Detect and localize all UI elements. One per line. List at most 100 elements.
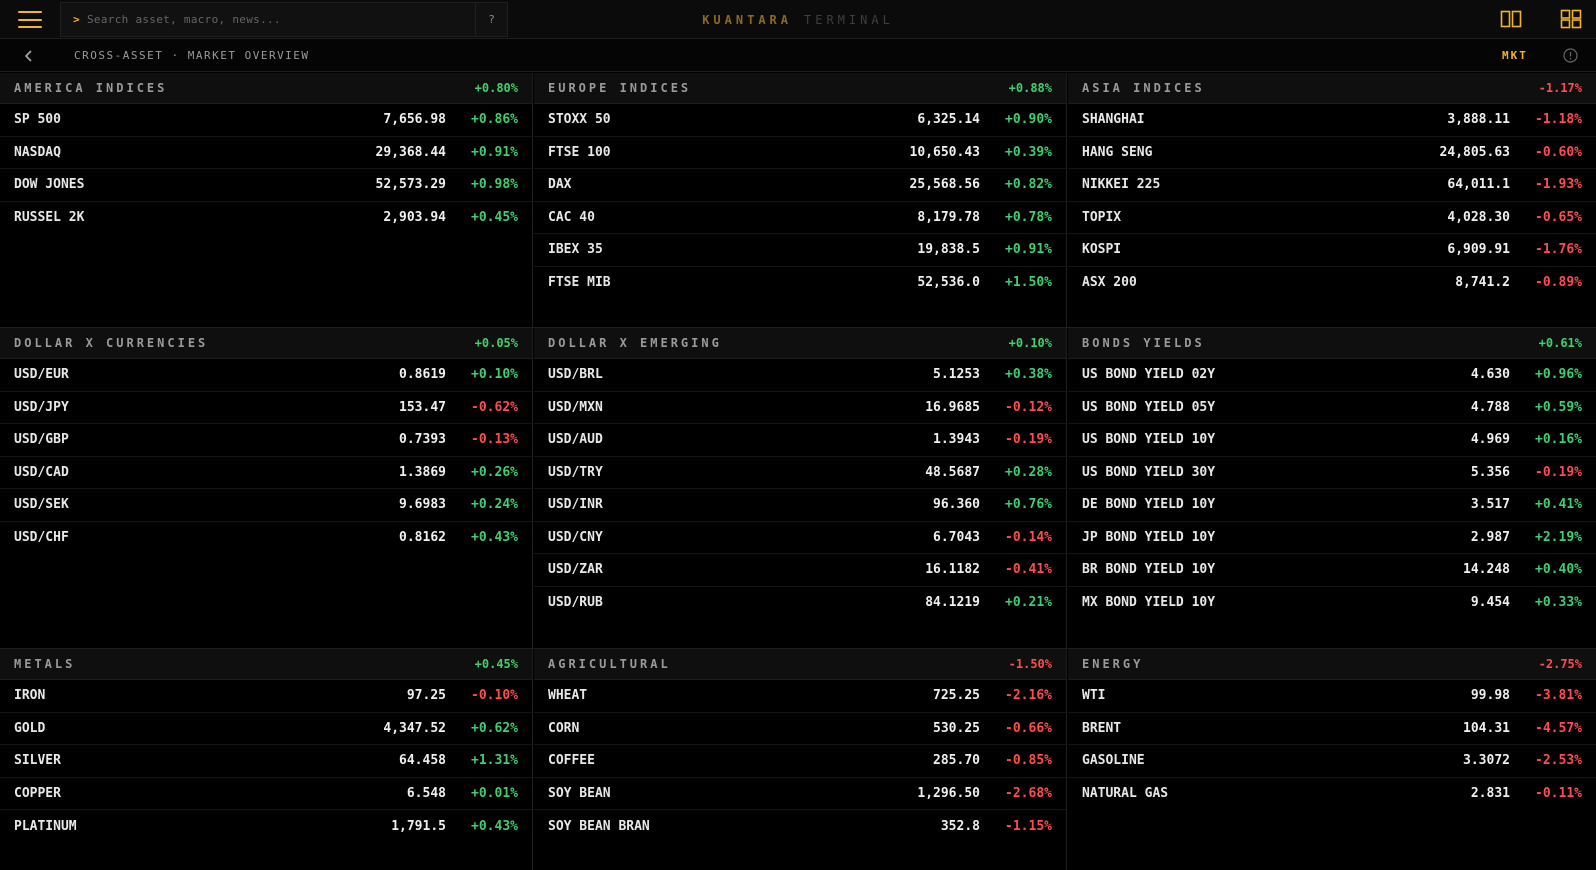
split-view-icon[interactable]	[1500, 9, 1522, 29]
panel-header[interactable]: ENERGY -2.75%	[1068, 649, 1596, 680]
table-row[interactable]: USD/EUR 0.8619 +0.10%	[0, 359, 532, 392]
panel-header[interactable]: ASIA INDICES -1.17%	[1068, 73, 1596, 104]
panel-header[interactable]: AMERICA INDICES +0.80%	[0, 73, 532, 104]
table-row[interactable]: USD/RUB 84.1219 +0.21%	[534, 587, 1066, 620]
table-row[interactable]: COFFEE 285.70 -0.85%	[534, 745, 1066, 778]
asset-change: -0.85%	[1005, 753, 1052, 769]
search-input[interactable]	[87, 3, 475, 36]
asset-change: -1.93%	[1535, 177, 1582, 193]
table-row[interactable]: DAX 25,568.56 +0.82%	[534, 169, 1066, 202]
table-row[interactable]: STOXX 50 6,325.14 +0.90%	[534, 104, 1066, 137]
table-row[interactable]: CAC 40 8,179.78 +0.78%	[534, 202, 1066, 234]
asset-change: -0.10%	[471, 688, 518, 704]
back-chevron-icon[interactable]	[20, 47, 38, 65]
table-row[interactable]: USD/GBP 0.7393 -0.13%	[0, 424, 532, 457]
asset-change: -0.19%	[1005, 432, 1052, 448]
table-row[interactable]: PLATINUM 1,791.5 +0.43%	[0, 810, 532, 843]
asset-name: USD/TRY	[548, 464, 603, 480]
table-row[interactable]: NIKKEI 225 64,011.1 -1.93%	[1068, 169, 1596, 202]
table-row[interactable]: US BOND YIELD 02Y 4.630 +0.96%	[1068, 359, 1596, 392]
asset-price: 4.969	[1470, 432, 1510, 448]
table-row[interactable]: BR BOND YIELD 10Y 14.248 +0.40%	[1068, 554, 1596, 587]
panel-agricultural: AGRICULTURAL -1.50% WHEAT 725.25 -2.16% CORN 5…	[534, 649, 1067, 870]
table-row[interactable]: USD/MXN 16.9685 -0.12%	[534, 392, 1066, 424]
help-button[interactable]: ?	[475, 3, 507, 36]
table-row[interactable]: USD/CHF 0.8162 +0.43%	[0, 522, 532, 555]
table-row[interactable]: DE BOND YIELD 10Y 3.517 +0.41%	[1068, 489, 1596, 522]
asset-name: FTSE 100	[548, 144, 611, 160]
table-row[interactable]: JP BOND YIELD 10Y 2.987 +2.19%	[1068, 522, 1596, 554]
asset-price: 64.458	[399, 753, 446, 769]
table-row[interactable]: SHANGHAI 3,888.11 -1.18%	[1068, 104, 1596, 137]
table-row[interactable]: GASOLINE 3.3072 -2.53%	[1068, 745, 1596, 778]
info-icon[interactable]	[1563, 48, 1578, 63]
asset-name: CORN	[548, 720, 580, 736]
table-row[interactable]: USD/CNY 6.7043 -0.14%	[534, 522, 1066, 554]
table-row[interactable]: BRENT 104.31 -4.57%	[1068, 713, 1596, 745]
mode-badge[interactable]: MKT	[1502, 39, 1528, 72]
table-row[interactable]: WTI 99.98 -3.81%	[1068, 680, 1596, 713]
asset-name: USD/EUR	[14, 367, 69, 383]
asset-name: HANG SENG	[1082, 144, 1153, 160]
asset-name: USD/CNY	[548, 529, 603, 545]
asset-price: 1,296.50	[917, 785, 980, 801]
table-row[interactable]: DOW JONES 52,573.29 +0.98%	[0, 169, 532, 202]
panel-header[interactable]: BONDS YIELDS +0.61%	[1068, 328, 1596, 359]
table-row[interactable]: US BOND YIELD 05Y 4.788 +0.59%	[1068, 392, 1596, 424]
asset-change: -0.41%	[1005, 562, 1052, 578]
asset-change: -0.13%	[471, 432, 518, 448]
table-row[interactable]: NATURAL GAS 2.831 -0.11%	[1068, 778, 1596, 811]
table-row[interactable]: RUSSEL 2K 2,903.94 +0.45%	[0, 202, 532, 235]
table-row[interactable]: ASX 200 8,741.2 -0.89%	[1068, 267, 1596, 300]
table-row[interactable]: SOY BEAN 1,296.50 -2.68%	[534, 778, 1066, 810]
panel-header[interactable]: AGRICULTURAL -1.50%	[534, 649, 1066, 680]
panel-header[interactable]: EUROPE INDICES +0.88%	[534, 73, 1066, 104]
asset-name: USD/BRL	[548, 367, 603, 383]
table-row[interactable]: USD/SEK 9.6983 +0.24%	[0, 489, 532, 522]
table-row[interactable]: WHEAT 725.25 -2.16%	[534, 680, 1066, 713]
table-row[interactable]: USD/CAD 1.3869 +0.26%	[0, 457, 532, 489]
table-row[interactable]: USD/BRL 5.1253 +0.38%	[534, 359, 1066, 392]
asset-name: USD/ZAR	[548, 562, 603, 578]
table-row[interactable]: MX BOND YIELD 10Y 9.454 +0.33%	[1068, 587, 1596, 620]
table-row[interactable]: US BOND YIELD 10Y 4.969 +0.16%	[1068, 424, 1596, 457]
table-row[interactable]: US BOND YIELD 30Y 5.356 -0.19%	[1068, 457, 1596, 489]
grid-view-icon[interactable]	[1560, 9, 1582, 29]
table-row[interactable]: IBEX 35 19,838.5 +0.91%	[534, 234, 1066, 267]
table-row[interactable]: USD/ZAR 16.1182 -0.41%	[534, 554, 1066, 587]
panel-header[interactable]: METALS +0.45%	[0, 649, 532, 680]
asset-name: IBEX 35	[548, 242, 603, 258]
asset-name: STOXX 50	[548, 112, 611, 128]
panel-energy: ENERGY -2.75% WTI 99.98 -3.81% BRENT 104.31 -4.…	[1068, 649, 1596, 870]
table-row[interactable]: HANG SENG 24,805.63 -0.60%	[1068, 137, 1596, 169]
table-row[interactable]: KOSPI 6,909.91 -1.76%	[1068, 234, 1596, 267]
asset-price: 99.98	[1470, 688, 1510, 704]
table-row[interactable]: FTSE 100 10,650.43 +0.39%	[534, 137, 1066, 169]
table-row[interactable]: NASDAQ 29,368.44 +0.91%	[0, 137, 532, 169]
table-row[interactable]: TOPIX 4,028.30 -0.65%	[1068, 202, 1596, 234]
table-row[interactable]: USD/TRY 48.5687 +0.28%	[534, 457, 1066, 489]
asset-change: -4.57%	[1535, 720, 1582, 736]
table-row[interactable]: COPPER 6.548 +0.01%	[0, 778, 532, 810]
table-row[interactable]: USD/JPY 153.47 -0.62%	[0, 392, 532, 424]
table-row[interactable]: CORN 530.25 -0.66%	[534, 713, 1066, 745]
asset-change: +0.45%	[471, 210, 518, 226]
asset-price: 16.9685	[925, 399, 980, 415]
asset-price: 97.25	[406, 688, 446, 704]
table-row[interactable]: SILVER 64.458 +1.31%	[0, 745, 532, 778]
table-row[interactable]: USD/INR 96.360 +0.76%	[534, 489, 1066, 522]
panel-header[interactable]: DOLLAR X CURRENCIES +0.05%	[0, 328, 532, 359]
asset-change: -0.89%	[1535, 275, 1582, 291]
menu-button[interactable]	[0, 0, 60, 39]
panel-title: ASIA INDICES	[1082, 81, 1205, 95]
table-row[interactable]: SOY BEAN BRAN 352.8 -1.15%	[534, 810, 1066, 843]
table-row[interactable]: FTSE MIB 52,536.0 +1.50%	[534, 267, 1066, 300]
table-row[interactable]: SP 500 7,656.98 +0.86%	[0, 104, 532, 137]
asset-name: US BOND YIELD 02Y	[1082, 367, 1216, 383]
table-row[interactable]: IRON 97.25 -0.10%	[0, 680, 532, 713]
table-row[interactable]: USD/AUD 1.3943 -0.19%	[534, 424, 1066, 457]
asset-change: +0.43%	[471, 530, 518, 546]
panel-header[interactable]: DOLLAR X EMERGING +0.10%	[534, 328, 1066, 359]
table-row[interactable]: GOLD 4,347.52 +0.62%	[0, 713, 532, 745]
asset-price: 52,573.29	[375, 177, 446, 193]
